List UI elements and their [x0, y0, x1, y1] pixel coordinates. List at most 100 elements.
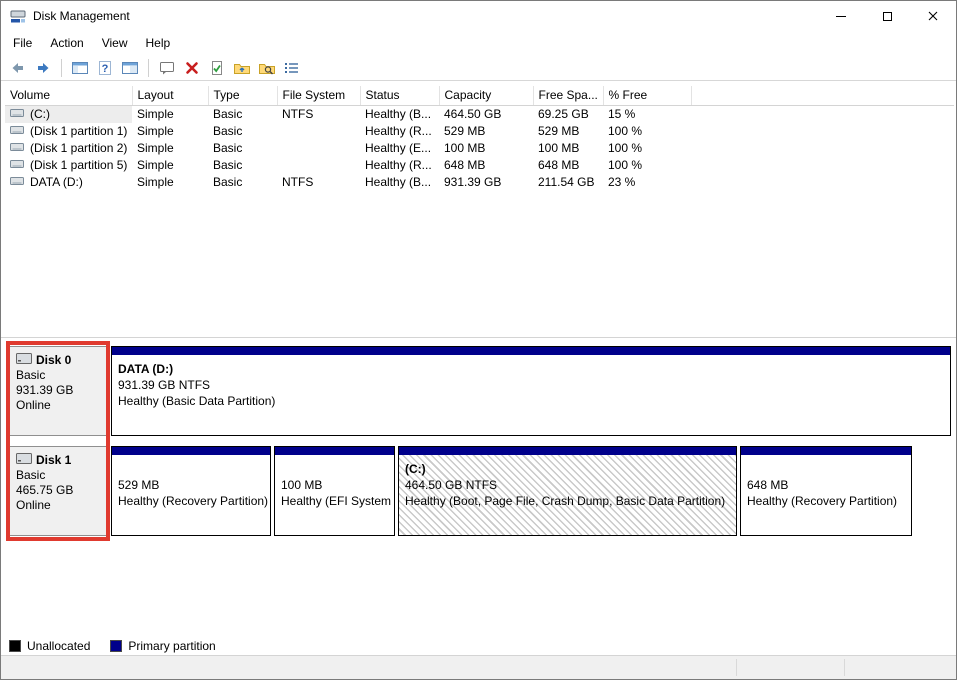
toolbar-separator: [148, 58, 149, 77]
menu-help[interactable]: Help: [137, 33, 180, 53]
cell-free: 100 MB: [538, 141, 580, 155]
disk-0-partitions: DATA (D:) 931.39 GB NTFS Healthy (Basic …: [111, 346, 951, 436]
cell-fs: NTFS: [282, 107, 314, 121]
cell-free: 211.54 GB: [538, 175, 595, 189]
window-title: Disk Management: [33, 9, 130, 23]
volume-list-pane: Volume Layout Type File System Status Ca…: [1, 81, 956, 337]
partition-name: [118, 461, 264, 477]
col-capacity[interactable]: Capacity: [439, 86, 534, 106]
details-pane-icon[interactable]: [120, 59, 140, 77]
partition-status: Healthy (Basic Data Partition): [118, 394, 276, 408]
table-row-d1p5[interactable]: (Disk 1 partition 5) Simple Basic Health…: [5, 157, 954, 174]
statusbar: [1, 655, 956, 679]
disk-1-header[interactable]: Disk 1 Basic 465.75 GB Online: [9, 446, 107, 536]
action-dialog-icon[interactable]: [157, 59, 177, 77]
disk-kind: Basic: [16, 368, 46, 382]
disk-1-row: Disk 1 Basic 465.75 GB Online 529 MB Hea…: [9, 446, 956, 536]
cell-status: Healthy (B...: [365, 175, 432, 189]
col-status[interactable]: Status: [360, 86, 440, 106]
disk-kind: Basic: [16, 468, 46, 482]
folder-search-icon[interactable]: [257, 59, 277, 77]
statusbar-divider: [736, 659, 737, 676]
col-free-space[interactable]: Free Spa...: [533, 86, 604, 106]
partition-name: (C:): [405, 462, 426, 476]
volume-name: (Disk 1 partition 2): [30, 141, 128, 155]
check-document-icon[interactable]: [207, 59, 227, 77]
col-volume[interactable]: Volume: [5, 86, 133, 106]
volume-icon: [10, 124, 25, 139]
disk-status: Online: [16, 398, 51, 412]
svg-text:?: ?: [102, 63, 109, 75]
disk-0-row: Disk 0 Basic 931.39 GB Online DATA (D:) …: [9, 346, 956, 436]
col-file-system[interactable]: File System: [277, 86, 361, 106]
folder-up-icon[interactable]: [232, 59, 252, 77]
cell-status: Healthy (R...: [365, 124, 432, 138]
graphical-view-pane: Disk 0 Basic 931.39 GB Online DATA (D:) …: [1, 337, 956, 637]
menu-view[interactable]: View: [93, 33, 137, 53]
toolbar: ?: [1, 55, 956, 81]
col-pct-free[interactable]: % Free: [603, 86, 692, 106]
partition-size: 464.50 GB NTFS: [405, 478, 498, 492]
delete-icon[interactable]: [182, 59, 202, 77]
disk-size: 931.39 GB: [16, 383, 74, 397]
titlebar: Disk Management: [1, 1, 956, 31]
col-type[interactable]: Type: [208, 86, 278, 106]
statusbar-divider: [844, 659, 845, 676]
cell-type: Basic: [213, 107, 243, 121]
cell-layout: Simple: [137, 141, 174, 155]
list-view-icon[interactable]: [282, 59, 302, 77]
volume-name: (Disk 1 partition 5): [30, 158, 128, 172]
cell-capacity: 648 MB: [444, 158, 486, 172]
partition-name: [281, 461, 388, 477]
maximize-button[interactable]: [864, 1, 910, 31]
cell-status: Healthy (E...: [365, 141, 432, 155]
partition-size: 931.39 GB NTFS: [118, 378, 211, 392]
cell-pct: 100 %: [608, 141, 643, 155]
disk-name: Disk 0: [36, 353, 72, 367]
partition-size: 648 MB: [747, 478, 789, 492]
col-layout[interactable]: Layout: [132, 86, 209, 106]
partition-efi-100mb[interactable]: 100 MB Healthy (EFI System: [274, 446, 395, 536]
disk-icon: [16, 453, 32, 468]
partition-c-selected[interactable]: (C:) 464.50 GB NTFS Healthy (Boot, Page …: [398, 446, 737, 536]
primary-partition-bar: [275, 447, 394, 455]
menu-file[interactable]: File: [4, 33, 41, 53]
partition-recovery-648mb[interactable]: 648 MB Healthy (Recovery Partition): [740, 446, 912, 536]
unallocated-swatch-icon: [9, 640, 21, 652]
cell-pct: 100 %: [608, 124, 643, 138]
partition-status: Healthy (Boot, Page File, Crash Dump, Ba…: [405, 494, 726, 508]
table-row-data-d[interactable]: DATA (D:) Simple Basic NTFS Healthy (B..…: [5, 174, 954, 191]
partition-recovery-529mb[interactable]: 529 MB Healthy (Recovery Partition): [111, 446, 271, 536]
volume-icon: [10, 175, 25, 190]
help-icon[interactable]: ?: [95, 59, 115, 77]
primary-partition-bar: [112, 447, 270, 455]
minimize-button[interactable]: [818, 1, 864, 31]
partition-size: 529 MB: [118, 478, 160, 492]
partition-data-d[interactable]: DATA (D:) 931.39 GB NTFS Healthy (Basic …: [111, 346, 951, 436]
close-button[interactable]: [910, 1, 956, 31]
cell-fs: [277, 123, 360, 140]
close-icon: [928, 11, 938, 21]
volume-icon: [10, 141, 25, 156]
disk-icon: [16, 353, 32, 368]
partition-status: Healthy (Recovery Partition): [747, 494, 898, 508]
menu-action[interactable]: Action: [41, 33, 92, 53]
cell-capacity: 529 MB: [444, 124, 486, 138]
legend-primary-partition: Primary partition: [110, 639, 216, 653]
disk-0-header[interactable]: Disk 0 Basic 931.39 GB Online: [9, 346, 107, 436]
cell-type: Basic: [213, 158, 243, 172]
console-tree-icon[interactable]: [70, 59, 90, 77]
cell-type: Basic: [213, 175, 243, 189]
table-row-d1p2[interactable]: (Disk 1 partition 2) Simple Basic Health…: [5, 140, 954, 157]
back-icon[interactable]: [8, 59, 28, 77]
table-row-d1p1[interactable]: (Disk 1 partition 1) Simple Basic Health…: [5, 123, 954, 140]
cell-status: Healthy (R...: [365, 158, 432, 172]
forward-icon[interactable]: [33, 59, 53, 77]
primary-partition-bar: [399, 447, 736, 455]
partition-name: [747, 461, 905, 477]
table-header-row: Volume Layout Type File System Status Ca…: [5, 86, 954, 106]
primary-partition-swatch-icon: [110, 640, 123, 652]
disk-status: Online: [16, 498, 51, 512]
cell-fs: [277, 140, 360, 157]
table-row-c[interactable]: (C:) Simple Basic NTFS Healthy (B... 464…: [5, 105, 954, 123]
